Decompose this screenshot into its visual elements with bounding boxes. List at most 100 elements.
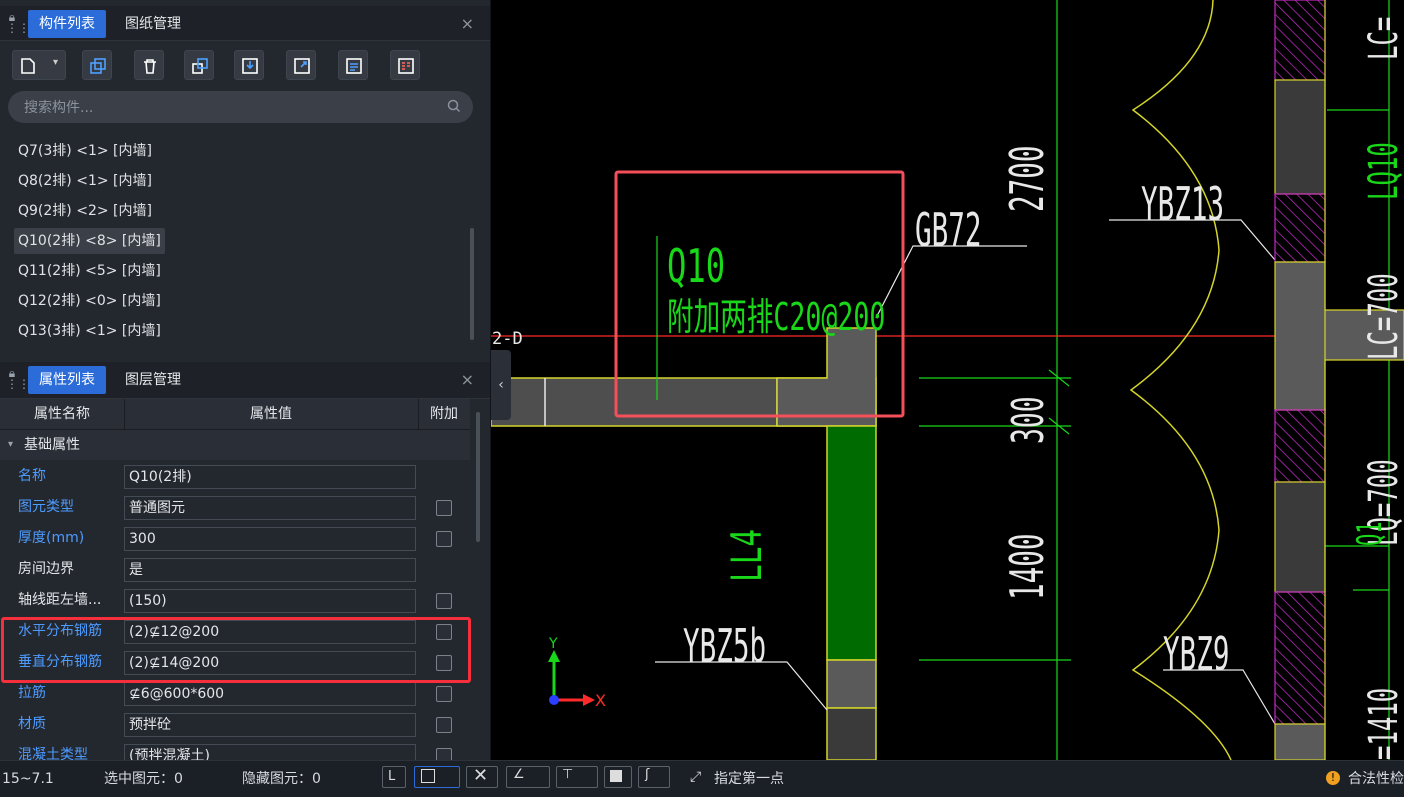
header-extra: 附加 [430, 406, 458, 422]
list-item[interactable]: Q9(2排) <2> [内墙] [14, 198, 156, 224]
close-icon[interactable]: × [461, 14, 474, 33]
property-name: 图元类型 [18, 499, 74, 515]
delete-button[interactable] [134, 50, 164, 80]
property-value[interactable]: 是 [124, 558, 416, 582]
copy-icon [90, 58, 106, 74]
export-button[interactable] [286, 50, 316, 80]
extra-checkbox[interactable] [436, 593, 452, 609]
copy-to-floor-button[interactable] [184, 50, 214, 80]
list-item[interactable]: Q11(2排) <5> [内墙] [14, 258, 165, 284]
property-name: 房间边界 [18, 561, 74, 577]
group-row[interactable]: ▾ 基础属性 [0, 430, 470, 460]
ll4-label: LL4 [722, 529, 772, 582]
screen-icon [610, 770, 622, 782]
component-toolbar: ▾ [0, 34, 490, 90]
lq10-label: LQ10 [1359, 142, 1404, 200]
property-value[interactable]: (预拌混凝土) [124, 744, 416, 760]
close-icon[interactable]: × [461, 370, 474, 389]
y-axis-label: Y [548, 636, 558, 652]
property-name: 名称 [18, 468, 46, 484]
extra-checkbox[interactable] [436, 500, 452, 516]
list-item[interactable]: Q8(2排) <1> [内墙] [14, 168, 156, 194]
lock-grip-icon[interactable]: 🔒︎ ⋮⋮ [6, 11, 30, 34]
layers-copy-icon [192, 58, 208, 74]
list-icon [346, 58, 362, 74]
property-tabbar: 🔒︎ ⋮⋮ 属性列表 图层管理 × [0, 362, 490, 399]
validity-check[interactable]: 合法性检 [1348, 761, 1404, 787]
search-box [8, 91, 473, 123]
search-icon[interactable] [447, 99, 461, 113]
property-value[interactable]: Q10(2排) [124, 465, 416, 489]
coordinate-readout: 15~7.1 [2, 771, 54, 787]
lock-grip-icon[interactable]: 🔒︎ ⋮⋮ [6, 367, 30, 390]
property-row: 房间边界 是 [0, 554, 470, 585]
lc700-label: LC=700 [1359, 273, 1404, 360]
axis-label: 2-D [492, 329, 523, 349]
dim-1410: =1410 [1359, 688, 1404, 760]
ortho-icon: L [388, 769, 396, 784]
drawing-canvas[interactable]: 2-D Q10 附加两排C20@200 GB72 YBZ13 YBZ5b YBZ… [491, 0, 1404, 760]
search-input[interactable] [22, 97, 436, 119]
collapse-panel-handle[interactable]: ‹ [491, 350, 511, 420]
list-item[interactable]: Q12(2排) <0> [内墙] [14, 288, 165, 314]
ybz13-label: YBZ13 [1141, 178, 1224, 231]
wall-note-label: 附加两排C20@200 [667, 295, 885, 339]
property-name: 材质 [18, 716, 46, 732]
new-component-button[interactable]: ▾ [12, 50, 66, 80]
list-item[interactable]: Q7(3排) <1> [内墙] [14, 138, 156, 164]
property-name: 混凝土类型 [18, 747, 88, 760]
property-name: 轴线距左墙... [18, 592, 102, 608]
property-value[interactable]: 普通图元 [124, 496, 416, 520]
ybz5b-label: YBZ5b [683, 620, 766, 673]
property-row: 混凝土类型 (预拌混凝土) [0, 740, 470, 760]
extra-checkbox[interactable] [436, 748, 452, 760]
collapse-icon[interactable]: ▾ [8, 430, 13, 460]
tab-property-list[interactable]: 属性列表 [28, 366, 106, 394]
gb-label: GB72 [915, 204, 981, 257]
cross-icon: ✕ [473, 765, 489, 786]
export-icon [294, 58, 310, 74]
component-scrollbar[interactable] [470, 228, 474, 340]
cad-drawing[interactable]: 2-D Q10 附加两排C20@200 GB72 YBZ13 YBZ5b YBZ… [491, 0, 1404, 760]
input-icon: ⊤ [562, 767, 574, 782]
hidden-count: 隐藏图元：0 [242, 771, 321, 787]
beam-ll4 [826, 425, 877, 661]
tab-layer-management[interactable]: 图层管理 [114, 366, 192, 394]
filter-list-icon [398, 58, 414, 74]
sort-button[interactable] [338, 50, 368, 80]
lc-label: LC= [1359, 17, 1404, 60]
property-value[interactable]: (150) [124, 589, 416, 613]
left-panel: 🔒︎ ⋮⋮ 构件列表 图纸管理 × ▾ 搜索构件... Q7(3排) <1> [… [0, 0, 491, 760]
chevron-down-icon[interactable]: ▾ [53, 57, 58, 68]
new-file-icon [21, 58, 35, 74]
dim-300: 300 [1002, 396, 1054, 444]
extra-checkbox[interactable] [436, 531, 452, 547]
property-name: 厚度(mm) [18, 530, 85, 546]
group-label: 基础属性 [24, 437, 80, 453]
extra-checkbox[interactable] [436, 686, 452, 702]
warning-icon[interactable]: ! [1326, 771, 1340, 785]
property-value[interactable]: 预拌砼 [124, 713, 416, 737]
copy-button[interactable] [82, 50, 112, 80]
expand-arrow-icon: ⤢ [690, 769, 702, 785]
angle-icon: ∠ [513, 767, 525, 782]
property-value[interactable]: 300 [124, 527, 416, 551]
list-item-selected[interactable]: Q10(2排) <8> [内墙] [14, 228, 165, 254]
extra-checkbox[interactable] [436, 717, 452, 733]
property-row: 名称 Q10(2排) [0, 461, 470, 492]
column-shape [776, 327, 877, 427]
header-value: 属性值 [124, 399, 419, 429]
filter-button[interactable] [390, 50, 420, 80]
property-row: 轴线距左墙... (150) [0, 585, 470, 616]
property-scrollbar[interactable] [476, 412, 480, 542]
property-row: 厚度(mm) 300 [0, 523, 470, 554]
q1-label: Q1 [1349, 521, 1389, 546]
list-item[interactable]: Q13(3排) <1> [内墙] [14, 318, 165, 344]
snap-square-icon [421, 769, 435, 783]
import-button[interactable] [234, 50, 264, 80]
status-bar: 15~7.1 选中图元：0 隐藏图元：0 L ✕ ∠ ⊤ ʃ ⤢ 指定第一点 !… [0, 760, 1404, 788]
column-shape [826, 707, 877, 760]
wall-label: Q10 [667, 240, 725, 293]
column-shape [826, 659, 877, 709]
property-value[interactable]: ⊈6@600*600 [124, 682, 416, 706]
